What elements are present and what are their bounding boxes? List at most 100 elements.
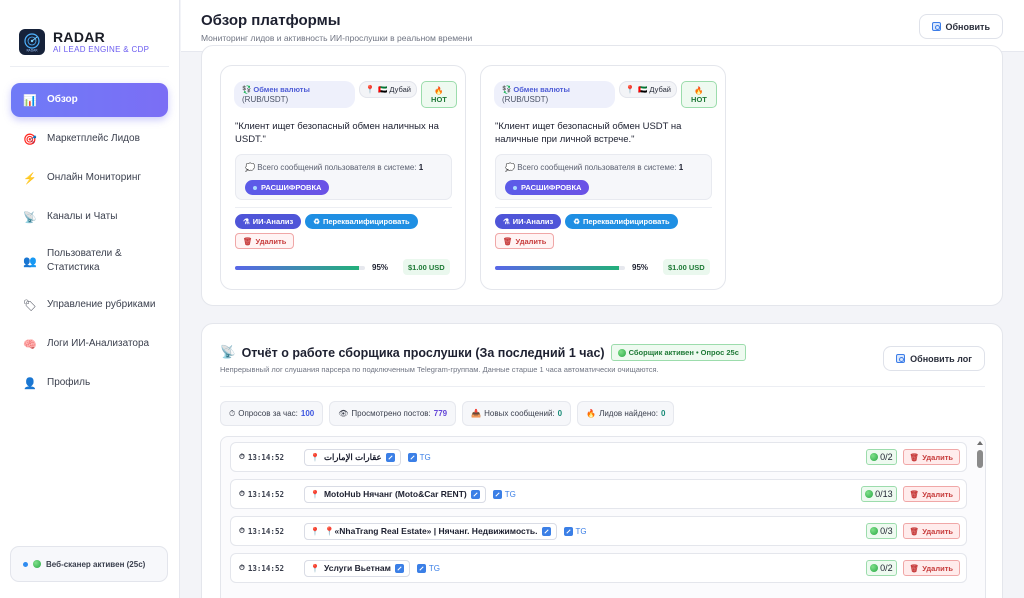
category-sub: (RUB/USDT) (242, 95, 289, 104)
stat-value: 100 (300, 409, 315, 418)
decode-label: РАСШИФРОВКА (261, 183, 322, 192)
pin-icon: 📍 (310, 563, 320, 573)
external-link-icon (385, 452, 395, 462)
stat-label: Лидов найдено: (599, 409, 658, 418)
messages-count-badge: 0/3 (866, 523, 897, 539)
stat-label: Новых сообщений: (484, 409, 555, 418)
satellite-icon: 📡 (23, 211, 37, 224)
ai-analysis-button[interactable]: ⚗ ИИ-Анализ (495, 214, 562, 229)
delete-label: Удалить (515, 236, 547, 246)
logo-text: RADAR (26, 49, 38, 53)
sidebar-item-3[interactable]: 📡 Каналы и Чаты (11, 200, 168, 234)
scroll-up-arrow-icon[interactable] (977, 441, 983, 445)
log-title-text: Отчёт о работе сборщика прослушки (За по… (241, 345, 605, 360)
channel-link[interactable]: 📍 Услуги Вьетнам (304, 559, 410, 577)
confidence-bar (495, 266, 625, 270)
delete-button[interactable]: 🗑 Удалить (235, 233, 295, 249)
log-row: ⏱ 13:14:52 📍 📍«NhaTrang Real Estate» | Няча… (230, 516, 967, 546)
leads-panel: 💱 Обмен валюты (RUB/USDT) 📍 🇦🇪 Дубай 🔥 HOT "Кл… (201, 45, 1003, 306)
log-list[interactable]: ⏱ 13:14:52 📍 عقارات الإمارات TG 0/2 🗑 Удалить ⏱ 1… (220, 436, 986, 598)
sidebar-item-6[interactable]: 🧠 Логи ИИ-Анализатора (11, 327, 168, 361)
delete-button[interactable]: 🗑 Удалить (902, 486, 960, 502)
delete-label: Удалить (922, 526, 953, 536)
delete-label: Удалить (922, 563, 953, 573)
log-stats: ⏱ Опросов за час: 100 👁 Просмотрено постов:… (220, 401, 675, 426)
sidebar-item-2[interactable]: ⚡ Онлайн Мониторинг (11, 161, 168, 195)
delete-button[interactable]: 🗑 Удалить (495, 233, 555, 249)
scroll-thumb[interactable] (977, 450, 983, 468)
city-tag: 📍 🇦🇪 Дубай (359, 81, 417, 98)
channel-name: عقارات الإمارات (323, 451, 382, 462)
decode-button[interactable]: РАСШИФРОВКА (245, 180, 330, 195)
delete-button[interactable]: 🗑 Удалить (902, 449, 960, 465)
green-circle-icon (870, 453, 879, 461)
requalify-button[interactable]: ♻ Переквалифицировать (305, 214, 418, 229)
source-label: TG (419, 452, 431, 462)
telegram-link[interactable]: TG (407, 452, 431, 462)
sidebar-item-label: Обзор (47, 94, 78, 105)
message-count-value: 1 (678, 163, 684, 172)
target-icon: 🎯 (23, 133, 37, 146)
sidebar-item-4[interactable]: 👥 Пользователи & Статистика (11, 239, 168, 283)
decode-button[interactable]: РАСШИФРОВКА (505, 180, 590, 195)
scanner-status: Веб-сканер активен (25с) (10, 546, 168, 582)
delete-button[interactable]: 🗑 Удалить (902, 560, 960, 576)
trash-icon: 🗑 (243, 236, 253, 246)
sidebar-item-1[interactable]: 🎯 Маркетплейс Лидов (11, 122, 168, 156)
refresh-button[interactable]: Обновить (918, 14, 1003, 39)
scanner-status-text: Веб-сканер активен (25с) (46, 559, 146, 569)
user-icon: 👤 (23, 377, 37, 390)
status-dot-icon (23, 561, 28, 567)
messages-count: 0/13 (875, 489, 893, 499)
requalify-button[interactable]: ♻ Переквалифицировать (565, 214, 678, 229)
sidebar-item-5[interactable]: 🏷 Управление рубриками (11, 288, 168, 322)
stopwatch-icon: ⏱ (239, 452, 245, 461)
log-time-value: 13:14:52 (247, 563, 284, 573)
messages-count: 0/3 (880, 526, 893, 536)
telegram-link[interactable]: TG (492, 489, 516, 499)
confidence-fill (235, 266, 359, 270)
refresh-log-button[interactable]: Обновить лог (883, 346, 985, 371)
telegram-link[interactable]: TG (416, 563, 440, 573)
category-label: 💱 Обмен валюты (502, 85, 570, 94)
green-circle-icon (33, 560, 41, 568)
ai-analysis-button[interactable]: ⚗ ИИ-Анализ (235, 214, 302, 229)
fire-icon: 🔥 (586, 409, 597, 418)
flask-icon: ⚗ (243, 217, 250, 226)
log-row: ⏱ 13:14:52 📍 عقارات الإمارات TG 0/2 🗑 Удалить (230, 442, 967, 472)
pin-icon: 📍 (625, 85, 635, 94)
channel-link[interactable]: 📍 MotoHub Нячанг (Moto&Car RENT) (304, 485, 486, 503)
telegram-link[interactable]: TG (563, 526, 587, 536)
requalify-label: Переквалифицировать (322, 217, 410, 226)
source-label: TG (428, 563, 440, 573)
log-time: ⏱ 13:14:52 (239, 489, 296, 499)
stat-leads-found: 🔥 Лидов найдено: 0 (577, 401, 675, 426)
channel-name: 📍«NhaTrang Real Estate» | Нячанг. Недвиж… (323, 525, 538, 536)
divider (235, 207, 452, 208)
delete-button[interactable]: 🗑 Удалить (902, 523, 960, 539)
trash-icon: 🗑 (909, 489, 920, 499)
channel-name: MotoHub Нячанг (Moto&Car RENT) (323, 489, 467, 499)
messages-count-badge: 0/2 (866, 449, 897, 465)
message-box: 💭 Всего сообщений пользователя в системе… (495, 154, 712, 200)
scrollbar[interactable] (977, 441, 983, 598)
channel-link[interactable]: 📍 عقارات الإمارات (304, 448, 401, 466)
pin-icon: 📍 (310, 452, 320, 462)
eye-icon: 👁 (338, 409, 349, 418)
radar-logo-icon: RADAR (19, 29, 45, 55)
channel-link[interactable]: 📍 📍«NhaTrang Real Estate» | Нячанг. Недви… (304, 522, 557, 540)
collector-status-badge: Сборщик активен • Опрос 25с (610, 344, 746, 361)
sidebar-item-label: Маркетплейс Лидов (47, 133, 140, 144)
log-time-value: 13:14:52 (247, 526, 284, 536)
pin-icon: 📍 (310, 489, 320, 499)
decode-label: РАСШИФРОВКА (521, 183, 582, 192)
sidebar-item-label: Профиль (47, 377, 91, 388)
lightning-icon: ⚡ (23, 172, 37, 185)
lead-quote: "Клиент ищет безопасный обмен USDT на на… (495, 121, 682, 145)
external-link-icon (470, 489, 480, 499)
delete-label: Удалить (255, 236, 287, 246)
source-label: TG (575, 526, 587, 536)
sidebar-item-7[interactable]: 👤 Профиль (11, 366, 168, 400)
sidebar-item-0[interactable]: 📊 Обзор (11, 83, 168, 117)
log-time: ⏱ 13:14:52 (239, 452, 296, 462)
